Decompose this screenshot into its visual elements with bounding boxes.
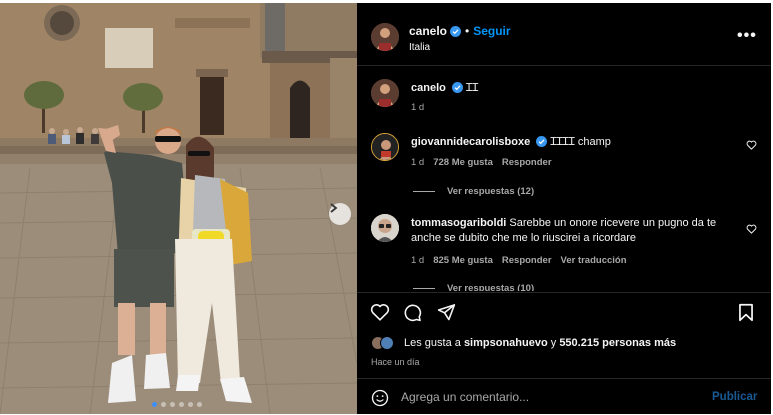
comment-icon[interactable] (403, 303, 422, 322)
view-replies-label[interactable]: Ver respuestas (10) (447, 283, 534, 291)
reply-button[interactable]: Responder (502, 255, 552, 266)
liker-username[interactable]: simpsonahuevo (464, 337, 548, 349)
caption: canelo ꞮꞮ (411, 81, 741, 96)
comment-meta: 1 d 825 Me gusta Responder Ver traducció… (411, 255, 627, 266)
publish-button[interactable]: Publicar (712, 391, 757, 403)
replies-line (413, 191, 435, 192)
carousel-dot (188, 402, 193, 407)
author-avatar[interactable] (371, 23, 399, 51)
view-replies-button[interactable]: Ver respuestas (10) (413, 283, 534, 291)
view-replies-button[interactable]: Ver respuestas (12) (413, 186, 534, 197)
translate-button[interactable]: Ver traducción (561, 255, 627, 266)
heart-icon[interactable] (746, 224, 757, 234)
comment-input[interactable] (401, 388, 701, 406)
smile-icon[interactable] (371, 389, 389, 407)
photo-illustration (0, 3, 357, 414)
caption-meta: 1 d (411, 102, 424, 113)
comment: tommasogariboldi Sarebbe un onore riceve… (411, 216, 741, 246)
heart-icon[interactable] (746, 140, 757, 150)
comment-time: 1 d (411, 255, 425, 266)
verified-icon (451, 82, 463, 93)
follow-button[interactable]: Seguir (473, 24, 510, 38)
header-line: canelo • Seguir (409, 24, 511, 38)
comment-author[interactable]: tommasogariboldi (411, 217, 506, 229)
comment-time: 1 d (411, 157, 425, 168)
post-photo[interactable] (0, 3, 357, 414)
reply-button[interactable]: Responder (502, 157, 552, 168)
comment-meta: 1 d 728 Me gusta Responder (411, 157, 552, 168)
likes-summary: Les gusta a simpsonahuevo y 550.215 pers… (371, 336, 676, 350)
likes-count[interactable]: 550.215 personas más (559, 337, 676, 349)
instagram-post-viewer: canelo • Seguir Italia ••• canelo ꞮꞮ 1 d… (0, 3, 771, 414)
liker-avatar (380, 336, 394, 350)
likes-conj: y (550, 337, 557, 349)
comment-likes[interactable]: 728 Me gusta (433, 157, 493, 168)
comment-likes[interactable]: 825 Me gusta (433, 255, 493, 266)
carousel-dot (179, 402, 184, 407)
bookmark-icon[interactable] (738, 303, 754, 322)
post-side-panel: canelo • Seguir Italia ••• canelo ꞮꞮ 1 d… (357, 3, 771, 414)
next-photo-button[interactable] (329, 203, 351, 225)
post-time: Hace un día (371, 357, 420, 367)
share-icon[interactable] (437, 303, 456, 321)
comment-text: ꞮꞮꞮꞮ champ (550, 136, 611, 148)
add-comment-bar: Publicar (357, 378, 771, 414)
comment-author[interactable]: giovannidecarolisboxe (411, 136, 530, 148)
caption-text: ꞮꞮ (465, 82, 479, 94)
heart-icon[interactable] (370, 303, 390, 321)
carousel-indicator (152, 402, 202, 407)
header-separator: • (465, 24, 470, 38)
comment-avatar[interactable] (371, 214, 399, 242)
chevron-right-icon (330, 203, 338, 213)
comments-list[interactable]: canelo ꞮꞮ 1 d giovannidecarolisboxe ꞮꞮꞮꞮ… (357, 67, 771, 291)
carousel-dot (152, 402, 157, 407)
caption-time: 1 d (411, 102, 425, 113)
likes-prefix: Les gusta a (404, 337, 461, 349)
liker-avatars (371, 336, 401, 350)
verified-icon (536, 136, 548, 147)
action-bar (357, 292, 771, 332)
verified-icon (450, 25, 462, 37)
comment-avatar[interactable] (371, 133, 399, 161)
replies-line (413, 288, 435, 289)
caption-avatar[interactable] (371, 79, 399, 107)
comment: giovannidecarolisboxe ꞮꞮꞮꞮ champ (411, 135, 741, 150)
more-options-button[interactable]: ••• (737, 27, 757, 45)
caption-author[interactable]: canelo (411, 82, 446, 94)
carousel-dot (170, 402, 175, 407)
author-username[interactable]: canelo (409, 24, 447, 38)
post-location[interactable]: Italia (409, 42, 430, 53)
post-header: canelo • Seguir Italia ••• (357, 3, 771, 66)
view-replies-label[interactable]: Ver respuestas (12) (447, 186, 534, 197)
carousel-dot (197, 402, 202, 407)
carousel-dot (161, 402, 166, 407)
